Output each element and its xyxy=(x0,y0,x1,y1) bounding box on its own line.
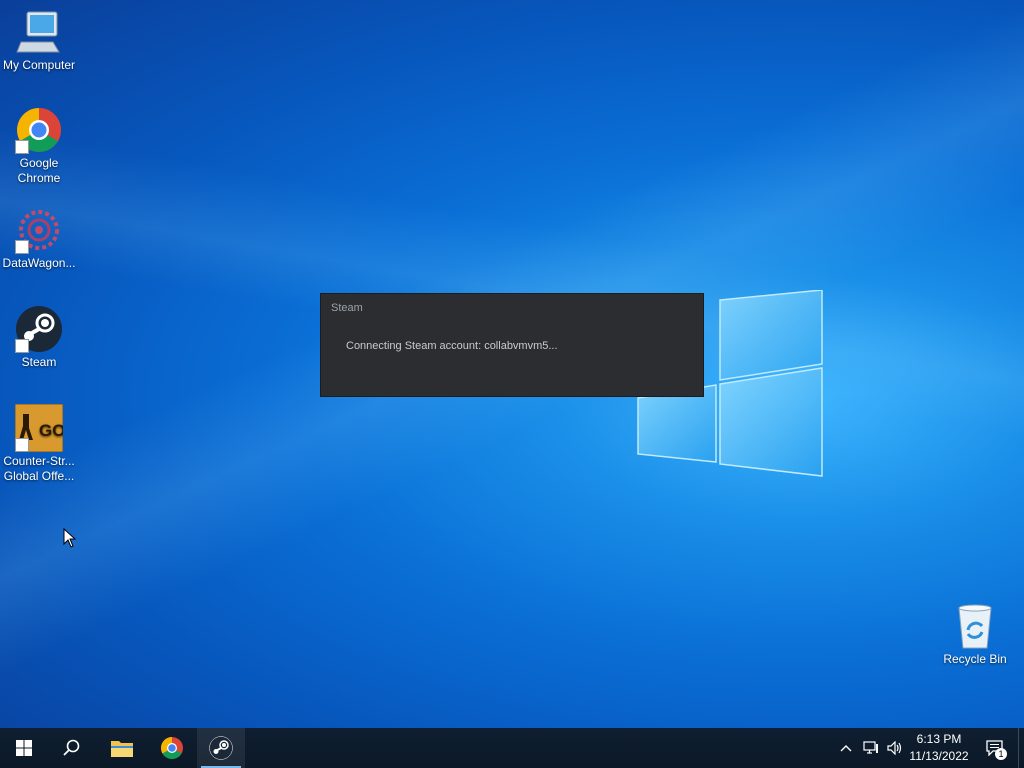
start-icon xyxy=(16,740,32,756)
taskbar: 6:13 PM 11/13/2022 1 xyxy=(0,728,1024,768)
shortcut-arrow-icon xyxy=(15,240,29,254)
steam-icon xyxy=(209,736,233,760)
network-icon xyxy=(863,741,878,754)
dialog-title: Steam xyxy=(331,302,363,314)
shortcut-arrow-icon xyxy=(15,339,29,353)
search-button[interactable] xyxy=(48,728,96,768)
desktop-icon-label: Google Chrome xyxy=(17,156,61,185)
desktop-icon-label-line2: Global Offe... xyxy=(3,469,75,483)
shortcut-arrow-icon xyxy=(15,438,29,452)
steam-connecting-dialog[interactable]: Steam Connecting Steam account: collabvm… xyxy=(320,293,704,397)
desktop-icon-recycle-bin[interactable]: Recycle Bin xyxy=(936,602,1014,667)
recycle-bin-icon xyxy=(951,602,999,650)
computer-icon xyxy=(15,8,63,56)
taskbar-chrome-button[interactable] xyxy=(148,728,196,768)
file-explorer-button[interactable] xyxy=(98,728,146,768)
action-center-button[interactable]: 1 xyxy=(980,728,1010,768)
dialog-message: Connecting Steam account: collabvmvm5... xyxy=(346,340,558,352)
mouse-cursor-icon xyxy=(63,528,77,548)
taskbar-steam-button[interactable] xyxy=(197,728,245,768)
search-icon xyxy=(63,739,80,756)
desktop-icon-label: Recycle Bin xyxy=(943,652,1007,666)
chrome-icon xyxy=(161,737,183,759)
show-desktop-button[interactable] xyxy=(1018,728,1024,768)
svg-text:GO: GO xyxy=(39,421,63,440)
file-explorer-icon xyxy=(111,741,133,757)
steam-icon xyxy=(15,305,63,353)
taskbar-clock[interactable]: 6:13 PM 11/13/2022 xyxy=(900,731,978,765)
datawagon-icon xyxy=(15,206,63,254)
chrome-icon xyxy=(15,106,63,154)
desktop-icon-label: My Computer xyxy=(2,58,76,72)
desktop-icon-label-line1: Counter-Str... xyxy=(3,454,75,468)
network-button[interactable] xyxy=(860,728,882,768)
show-hidden-icons-button[interactable] xyxy=(836,728,856,768)
desktop-icon-datawagon[interactable]: DataWagon... xyxy=(0,206,78,271)
desktop-icon-label: Steam xyxy=(21,355,57,369)
desktop-icon-csgo[interactable]: GO Counter-Str... Global Offe... xyxy=(0,403,78,484)
start-button[interactable] xyxy=(0,728,48,768)
chevron-up-icon xyxy=(840,745,852,752)
desktop-icon-label: DataWagon... xyxy=(2,256,76,270)
clock-date: 11/13/2022 xyxy=(909,749,969,763)
desktop-icon-steam[interactable]: Steam xyxy=(0,305,78,370)
desktop-icon-google-chrome[interactable]: Google Chrome xyxy=(0,106,78,186)
shortcut-arrow-icon xyxy=(15,140,29,154)
desktop-icon-my-computer[interactable]: My Computer xyxy=(0,8,78,73)
notification-count-badge: 1 xyxy=(995,748,1007,760)
clock-time: 6:13 PM xyxy=(916,732,962,746)
csgo-icon: GO xyxy=(14,403,65,453)
